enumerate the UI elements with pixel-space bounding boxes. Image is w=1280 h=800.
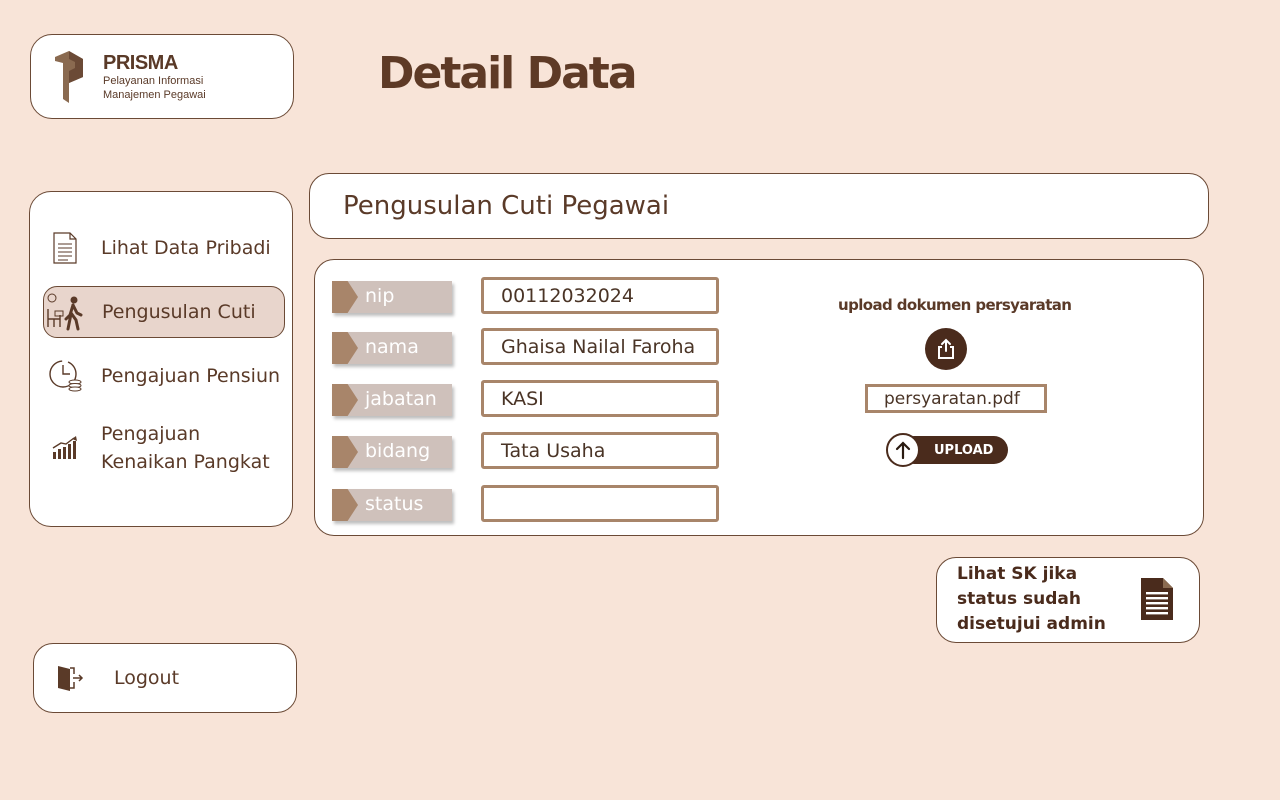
page-title: Detail Data xyxy=(378,48,638,99)
sidebar: Lihat Data Pribadi Pengusulan Cuti Penga xyxy=(29,191,293,527)
sidebar-item-pengajuan-pensiun[interactable]: Pengajuan Pensiun xyxy=(43,356,285,396)
status-field[interactable] xyxy=(481,485,719,522)
prisma-logo-icon xyxy=(55,50,83,103)
brand-name: PRISMA xyxy=(103,51,178,74)
field-label: nip xyxy=(332,281,452,313)
field-label: bidang xyxy=(332,436,452,468)
field-label: jabatan xyxy=(332,384,452,416)
share-upload-button[interactable] xyxy=(925,328,967,370)
clock-coins-icon xyxy=(43,359,87,393)
growth-chart-icon xyxy=(43,436,87,460)
upload-button[interactable]: UPLOAD xyxy=(886,433,1008,467)
sidebar-item-data-pribadi[interactable]: Lihat Data Pribadi xyxy=(43,228,285,268)
sidebar-item-label: Pengajuan Kenaikan Pangkat xyxy=(101,423,270,473)
field-label: nama xyxy=(332,332,452,364)
nip-field[interactable]: 00112032024 xyxy=(481,277,719,314)
section-title: Pengusulan Cuti Pegawai xyxy=(343,191,670,221)
brand-tagline-2: Manajemen Pegawai xyxy=(103,88,206,101)
nama-field[interactable]: Ghaisa Nailal Faroha xyxy=(481,328,719,365)
sk-card-text: Lihat SK jika status sudah disetujui adm… xyxy=(957,564,1106,634)
sidebar-item-kenaikan-pangkat[interactable]: Pengajuan Kenaikan Pangkat xyxy=(43,418,285,478)
logout-button[interactable]: Logout xyxy=(33,643,297,713)
section-header: Pengusulan Cuti Pegawai xyxy=(309,173,1209,239)
sidebar-item-pengusulan-cuti[interactable]: Pengusulan Cuti xyxy=(43,286,285,338)
brand-tagline-1: Pelayanan Informasi xyxy=(103,74,204,87)
document-icon xyxy=(43,232,87,264)
document-icon xyxy=(1141,578,1173,620)
share-icon xyxy=(938,338,954,359)
exit-door-icon xyxy=(58,666,84,691)
field-label: status xyxy=(332,489,452,521)
lihat-sk-button[interactable]: Lihat SK jika status sudah disetujui adm… xyxy=(936,557,1200,643)
sidebar-item-label: Lihat Data Pribadi xyxy=(101,237,271,259)
jabatan-field[interactable]: KASI xyxy=(481,380,719,417)
sidebar-item-label: Pengajuan Pensiun xyxy=(101,365,281,387)
bidang-field[interactable]: Tata Usaha xyxy=(481,432,719,469)
logout-label: Logout xyxy=(114,667,180,689)
file-name-field[interactable]: persyaratan.pdf xyxy=(865,384,1047,413)
upload-title: upload dokumen persyaratan xyxy=(838,296,1072,314)
arrow-up-icon xyxy=(886,433,920,467)
logo-card: PRISMA Pelayanan Informasi Manajemen Peg… xyxy=(30,34,294,119)
leave-walking-icon xyxy=(44,293,88,331)
sidebar-item-label: Pengusulan Cuti xyxy=(102,301,256,323)
